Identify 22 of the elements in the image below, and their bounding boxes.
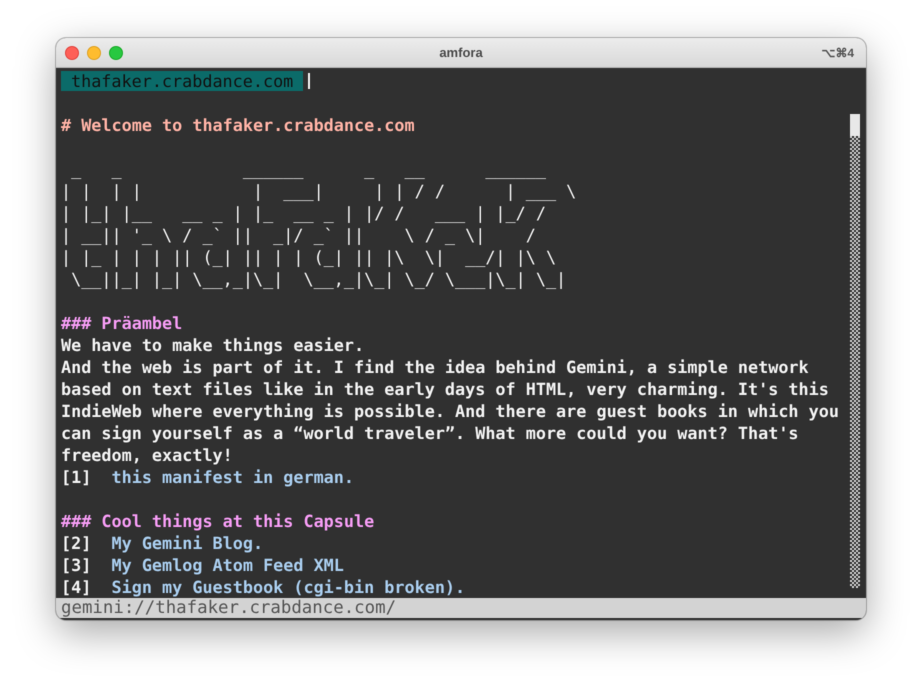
ascii-art-line: | __|| '_ \ / _` || _|/ _` || \ / _ \| / (61, 224, 536, 246)
ascii-art-line: | |_ | | | || (_| || | | (_| || |\ \| __/| |\ \ (61, 246, 556, 268)
link[interactable]: Sign my Guestbook (cgi-bin broken). (112, 576, 466, 598)
section-heading: ### Präambel (61, 312, 184, 334)
ascii-art-line: | |_| |__ __ _ | |_ __ _ | |/ / ___ | |_/ / (61, 202, 546, 224)
link[interactable]: this manifest in german. (112, 466, 354, 488)
link-number: [4] (61, 576, 92, 598)
window-title: amfora (439, 45, 483, 60)
page-heading: # Welcome to thafaker.crabdance.com (61, 114, 416, 136)
section-heading: ### Cool things at this Capsule (61, 510, 376, 532)
link-number: [1] (61, 466, 92, 488)
window-shortcut: ⌥⌘4 (821, 46, 855, 60)
ascii-art-line: \__||_| |_| \__,_|\_| \__,_|\_| \_/ \___|\_| \_| (70, 268, 566, 290)
link[interactable]: My Gemini Blog. (112, 532, 264, 554)
ascii-art-line: _ _ ______ _ __ ______ (70, 158, 546, 180)
paragraph: We have to make things easier. (61, 334, 366, 356)
ascii-art-line: | | | | | ___| | | / / | ___ \ (61, 180, 576, 202)
link-number: [2] (61, 532, 92, 554)
link-number: [3] (61, 554, 92, 576)
paragraph: And the web is part of it. I find the idea behind Gemini, a simple network based on text files like in the early days of HTML, very charming. It's this IndieWeb where everything is possible. And there are guest books in which you can sign yourself as a “world traveler”. What more could you want? That's freedom, exactly! (61, 356, 840, 466)
link[interactable]: My Gemlog Atom Feed XML (112, 554, 344, 576)
status-bar: gemini://thafaker.crabdance.com/ (56, 598, 866, 618)
